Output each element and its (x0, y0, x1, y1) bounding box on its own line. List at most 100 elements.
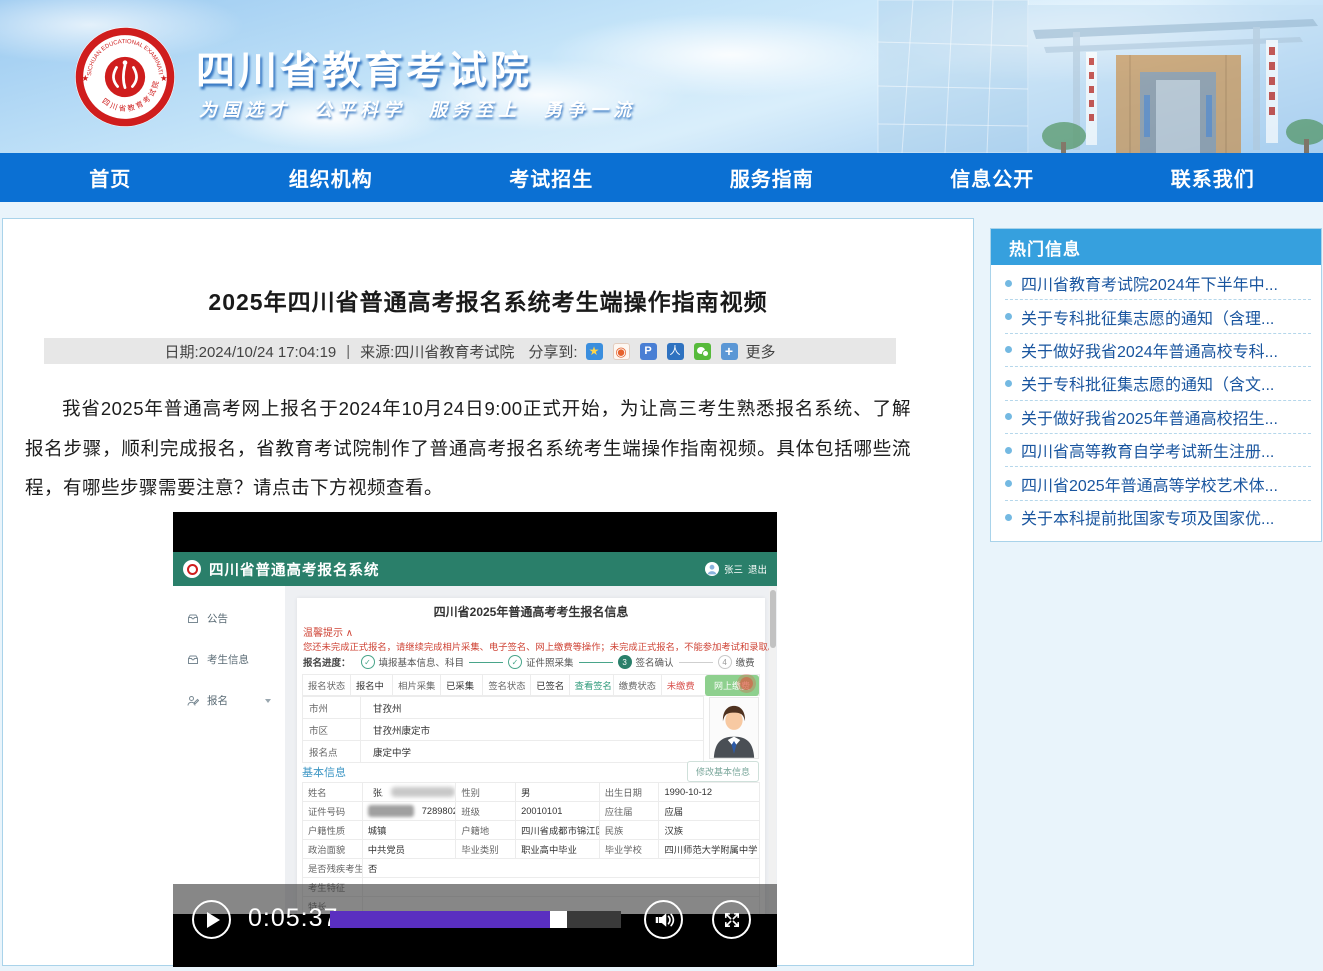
list-item[interactable]: 四川省教育考试院2024年下半年中... (1005, 267, 1311, 300)
hot-link[interactable]: 关于专科批征集志愿的通知（含理... (1021, 305, 1274, 329)
article-source: 来源:四川省教育考试院 (360, 341, 514, 362)
app-logo-icon (183, 560, 201, 578)
cell-value: 汉族 (659, 821, 759, 839)
app-user-name: 张三 (724, 562, 743, 576)
bullet-icon (1005, 514, 1012, 521)
bullet-icon (1005, 280, 1012, 287)
status-label: 报名状态 (303, 675, 351, 695)
nav-item-info-disclosure[interactable]: 信息公开 (882, 153, 1103, 202)
fullscreen-button[interactable] (712, 900, 751, 939)
cell-value: 四川省成都市锦江区 (516, 821, 600, 839)
bullet-icon (1005, 447, 1012, 454)
app-header: 四川省普通高考报名系统 张三 退出 (173, 552, 777, 586)
nav-item-contact-us[interactable]: 联系我们 (1103, 153, 1323, 202)
cell-value: 康定中学 (361, 745, 411, 759)
table-row: 市州 甘孜州 (303, 697, 703, 719)
app-tip-toggle: 温馨提示 ∧ (303, 624, 353, 639)
cell-label: 户籍性质 (303, 821, 363, 839)
registration-icon (187, 695, 199, 707)
app-sidebar: 公告 考生信息 报名 (173, 586, 285, 914)
site-slogan: 为国选才 公平科学 服务至上 勇争一流 (199, 96, 636, 122)
step-todo-badge: 4 (718, 655, 732, 669)
progress-bar[interactable] (330, 911, 621, 928)
list-item[interactable]: 关于专科批征集志愿的通知（含文... (1005, 367, 1311, 400)
app-menu-label: 公告 (207, 611, 228, 626)
candidate-info-icon (187, 654, 199, 666)
app-title: 四川省普通高考报名系统 (209, 559, 380, 580)
table-row: 证件号码 7289802 班级 20010101 应往届 应届 (303, 802, 759, 821)
status-label: 缴费状态 (614, 675, 662, 695)
nav-item-organization[interactable]: 组织机构 (221, 153, 442, 202)
app-logout-link: 退出 (748, 562, 767, 576)
app-warning-text: 您还未完成正式报名，请继续完成相片采集、电子签名、网上缴费等操作；未完成正式报名… (303, 639, 759, 653)
hot-link[interactable]: 四川省2025年普通高等学校艺术体... (1021, 472, 1278, 496)
list-item[interactable]: 四川省2025年普通高等学校艺术体... (1005, 467, 1311, 500)
app-menu-label: 考生信息 (207, 652, 249, 667)
cell-label: 政治面貌 (303, 840, 363, 858)
bullet-icon (1005, 380, 1012, 387)
list-item[interactable]: 关于做好我省2025年普通高校招生... (1005, 401, 1311, 434)
table-row: 是否残疾考生 否 (303, 859, 759, 878)
volume-button[interactable] (644, 900, 683, 939)
list-item[interactable]: 关于本科提前批国家专项及国家优... (1005, 501, 1311, 534)
redacted-blur (391, 787, 455, 797)
status-value: 报名中 (351, 675, 393, 695)
announcement-icon (187, 613, 199, 625)
cell-label: 市州 (303, 697, 361, 718)
list-item[interactable]: 四川省高等教育自学考试新生注册... (1005, 434, 1311, 467)
app-scrollbar (769, 586, 776, 914)
step-label: 填报基本信息、科目 (379, 655, 465, 669)
hot-info-list: 四川省教育考试院2024年下半年中... 关于专科批征集志愿的通知（含理... … (991, 265, 1321, 534)
hot-link[interactable]: 四川省教育考试院2024年下半年中... (1021, 271, 1278, 295)
progress-handle[interactable] (550, 911, 567, 928)
cell-label: 毕业类别 (456, 840, 516, 858)
hot-link[interactable]: 关于做好我省2025年普通高校招生... (1021, 405, 1278, 429)
table-row: 市区 甘孜州康定市 (303, 719, 703, 741)
cell-label: 市区 (303, 719, 361, 740)
cell-label: 证件号码 (303, 802, 363, 820)
page: SICHUAN EDUCATIONAL EXAMINATION AUTHORIT… (0, 0, 1323, 971)
qzone-icon[interactable] (586, 343, 603, 360)
share-more-link[interactable]: 更多 (746, 341, 776, 362)
cell-label: 应往届 (600, 802, 660, 820)
nav-item-exam-enrollment[interactable]: 考试招生 (441, 153, 662, 202)
hot-link[interactable]: 关于专科批征集志愿的通知（含文... (1021, 371, 1274, 395)
hot-link[interactable]: 关于做好我省2024年普通高校专科... (1021, 338, 1278, 362)
nav-item-home[interactable]: 首页 (0, 153, 221, 202)
bullet-icon (1005, 480, 1012, 487)
app-page-title: 四川省2025年普通高考考生报名信息 (297, 603, 765, 620)
step-label: 签名确认 (636, 655, 674, 669)
weibo-icon[interactable] (613, 343, 630, 360)
site-logo[interactable]: SICHUAN EDUCATIONAL EXAMINATION AUTHORIT… (72, 24, 178, 130)
redacted-blur (368, 805, 414, 817)
hot-link[interactable]: 关于本科提前批国家专项及国家优... (1021, 505, 1274, 529)
step-label: 证件照采集 (526, 655, 574, 669)
pengyou-icon[interactable] (640, 343, 657, 360)
list-item[interactable]: 关于专科批征集志愿的通知（含理... (1005, 300, 1311, 333)
table-row: 姓名 张三 性别 男 出生日期 1990-10-12 (303, 783, 759, 802)
share-label: 分享到: (528, 341, 577, 362)
list-item[interactable]: 关于做好我省2024年普通高校专科... (1005, 334, 1311, 367)
wechat-icon[interactable] (694, 343, 711, 360)
more-plus-icon[interactable] (721, 343, 738, 360)
video-time: 0:05:37 (248, 904, 338, 933)
view-signature-link: 查看签名 (570, 675, 614, 695)
article-date: 日期:2024/10/24 17:04:19 (164, 341, 336, 362)
play-button[interactable] (192, 900, 231, 939)
status-value-unpaid: 未缴费 (662, 675, 702, 695)
hot-link[interactable]: 四川省高等教育自学考试新生注册... (1021, 438, 1274, 462)
cell-label: 班级 (456, 802, 516, 820)
basic-info-header: 基本信息 修改基本信息 (302, 761, 759, 782)
video-player[interactable]: 四川省普通高考报名系统 张三 退出 (173, 512, 777, 967)
meta-divider: | (346, 343, 350, 360)
renren-icon[interactable] (667, 343, 684, 360)
cell-label: 出生日期 (600, 783, 660, 801)
cell-label: 报名点 (303, 741, 361, 762)
status-label: 签名状态 (483, 675, 531, 695)
video-frame-registration-app: 四川省普通高考报名系统 张三 退出 (173, 552, 777, 914)
nav-item-service-guide[interactable]: 服务指南 (662, 153, 883, 202)
fullscreen-icon (721, 909, 743, 931)
status-label: 相片采集 (393, 675, 441, 695)
app-user-area: 张三 退出 (705, 562, 767, 576)
registration-status-row: 报名状态 报名中 相片采集 已采集 签名状态 已签名 查看签名 缴费状态 未缴费… (302, 674, 760, 696)
